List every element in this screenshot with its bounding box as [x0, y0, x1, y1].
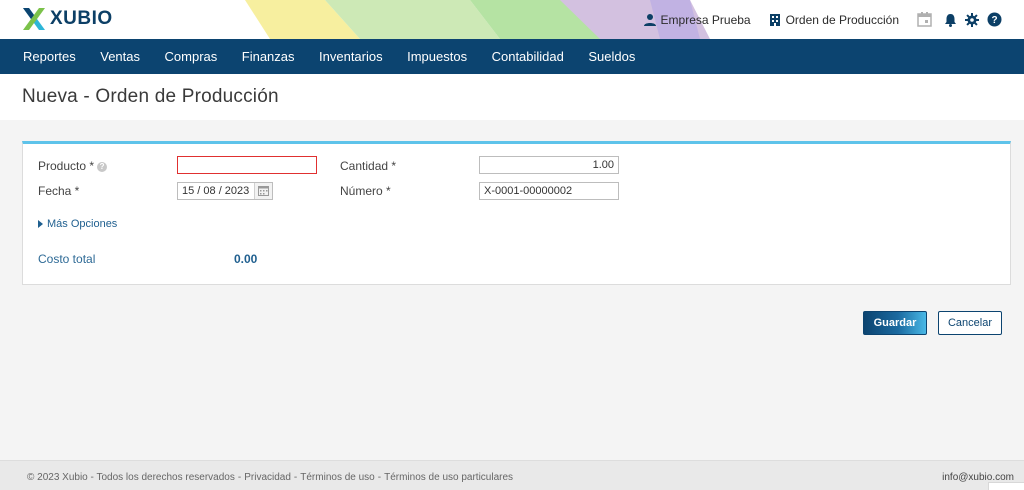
company-link[interactable]: Empresa Prueba — [643, 13, 751, 27]
copyright: © 2023 Xubio - Todos los derechos reserv… — [27, 472, 235, 483]
terms-particular-link[interactable]: Términos de uso particulares — [384, 472, 513, 483]
footer-links: © 2023 Xubio - Todos los derechos reserv… — [27, 472, 514, 483]
xubio-logo[interactable]: XUBIO — [22, 7, 113, 31]
calendar-button[interactable] — [916, 12, 932, 28]
top-header: XUBIO Empresa Prueba Orden de Producción — [0, 0, 1024, 39]
nav-item-finanzas[interactable]: Finanzas — [242, 49, 295, 64]
numero-label: Número * — [340, 184, 391, 198]
gear-icon — [965, 12, 979, 27]
help-button[interactable]: ? — [986, 12, 1002, 28]
nav-item-sueldos[interactable]: Sueldos — [588, 49, 635, 64]
calendar-icon — [258, 186, 269, 196]
mas-opciones-toggle[interactable]: Más Opciones — [38, 218, 117, 230]
cantidad-label: Cantidad * — [340, 159, 397, 173]
user-icon — [643, 13, 656, 26]
footer: © 2023 Xubio - Todos los derechos reserv… — [0, 460, 1024, 490]
terms-link[interactable]: Términos de uso — [300, 472, 374, 483]
producto-label: Producto *? — [38, 159, 108, 173]
caret-right-icon — [38, 220, 43, 228]
calendar-icon — [916, 12, 932, 27]
production-order-form: Producto *? Cantidad * 1.00 Fecha * 15 /… — [22, 141, 1011, 285]
help-icon[interactable]: ? — [97, 162, 108, 172]
building-icon — [769, 13, 780, 26]
nav-item-contabilidad[interactable]: Contabilidad — [492, 49, 564, 64]
title-bar: Nueva - Orden de Producción — [0, 74, 1024, 120]
brand-name: XUBIO — [50, 8, 113, 29]
company-name: Empresa Prueba — [660, 12, 751, 27]
chat-tab[interactable] — [988, 482, 1024, 490]
nav-item-compras[interactable]: Compras — [165, 49, 218, 64]
nav-item-impuestos[interactable]: Impuestos — [407, 49, 467, 64]
page-title: Nueva - Orden de Producción — [22, 86, 279, 107]
module-name: Orden de Producción — [785, 12, 899, 27]
main-nav: Reportes Ventas Compras Finanzas Inventa… — [0, 39, 1024, 74]
xubio-x-icon — [23, 8, 45, 30]
date-picker-button[interactable] — [254, 183, 272, 199]
costo-total-label: Costo total — [38, 252, 96, 266]
svg-text:?: ? — [991, 15, 997, 26]
costo-total-value: 0.00 — [234, 252, 258, 266]
fecha-label: Fecha * — [38, 184, 80, 198]
producto-input[interactable] — [177, 156, 317, 174]
question-icon: ? — [987, 12, 1001, 27]
module-link[interactable]: Orden de Producción — [768, 13, 899, 27]
privacy-link[interactable]: Privacidad — [244, 472, 291, 483]
bell-icon — [944, 13, 956, 27]
cancelar-button[interactable]: Cancelar — [938, 311, 1002, 335]
nav-item-ventas[interactable]: Ventas — [100, 49, 140, 64]
notifications-button[interactable] — [942, 12, 958, 28]
numero-input[interactable]: X-0001-00000002 — [479, 182, 619, 200]
guardar-button[interactable]: Guardar — [863, 311, 927, 335]
cantidad-input[interactable]: 1.00 — [479, 156, 619, 174]
nav-item-inventarios[interactable]: Inventarios — [319, 49, 383, 64]
nav-item-reportes[interactable]: Reportes — [23, 49, 76, 64]
settings-button[interactable] — [964, 12, 980, 28]
header-actions: Empresa Prueba Orden de Producción ? — [643, 0, 1002, 39]
fecha-input[interactable]: 15 / 08 / 2023 — [177, 182, 273, 200]
